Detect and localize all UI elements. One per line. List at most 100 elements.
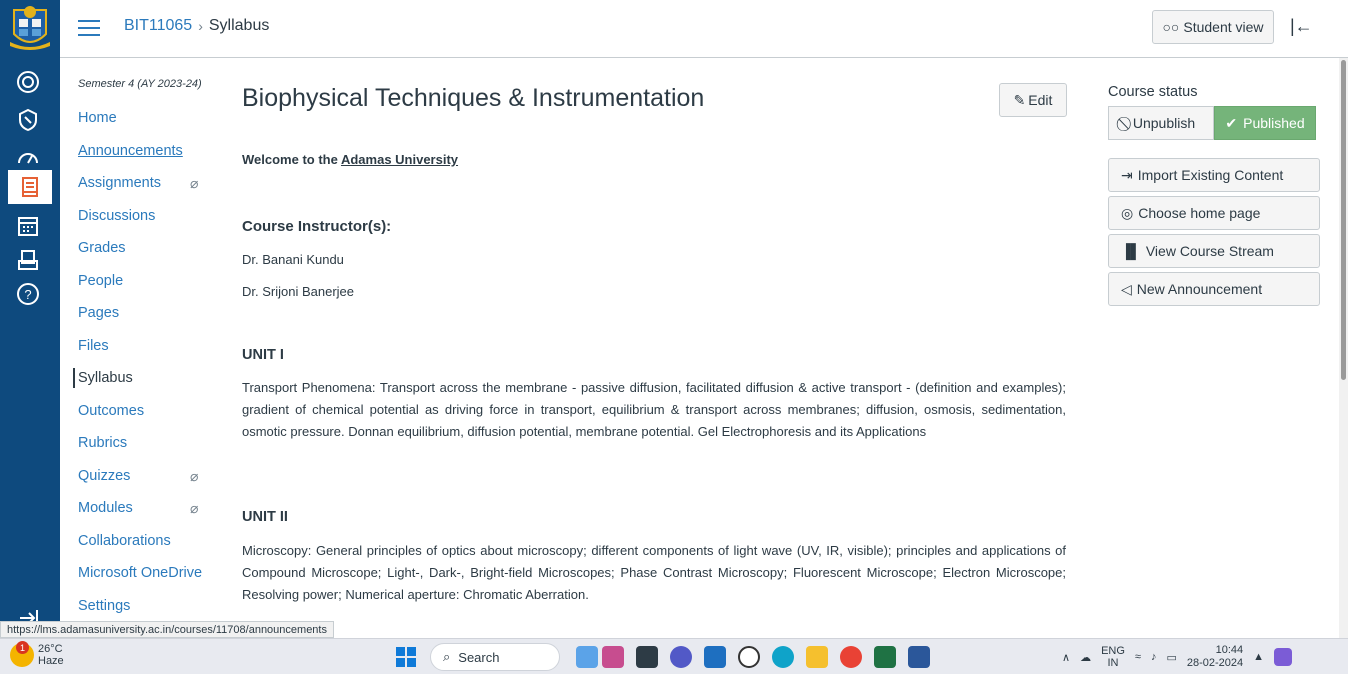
scrollbar-thumb[interactable] [1341, 60, 1346, 380]
course-nav: Semester 4 (AY 2023-24) Home Announcemen… [73, 78, 228, 623]
excel-icon[interactable] [874, 646, 896, 668]
course-nav-home[interactable]: Home [78, 102, 228, 135]
student-view-label: Student view [1183, 19, 1264, 35]
notification-bell-icon[interactable]: ▲ [1253, 651, 1264, 663]
dell-icon[interactable] [738, 646, 760, 668]
course-nav-people[interactable]: People [78, 265, 228, 298]
unpublish-button[interactable]: ⃠ Unpublish [1108, 106, 1214, 140]
copilot-icon[interactable] [1274, 648, 1293, 666]
clock[interactable]: 10:44 28-02-2024 [1187, 644, 1243, 670]
published-label: Published [1243, 115, 1305, 131]
task-view-icon[interactable] [636, 646, 658, 668]
app-icon[interactable] [576, 646, 598, 668]
new-announcement-button[interactable]: ◁ New Announcement [1108, 272, 1320, 306]
choose-home-page-button[interactable]: ◎ Choose home page [1108, 196, 1320, 230]
breadcrumb-course-link[interactable]: BIT11065 [124, 17, 192, 35]
svg-text:?: ? [24, 287, 31, 302]
teams-icon[interactable] [670, 646, 692, 668]
course-nav-modules[interactable]: Modules ⌀ [78, 492, 228, 525]
status-url: https://lms.adamasuniversity.ac.in/cours… [0, 621, 334, 638]
dashboard-icon[interactable] [14, 144, 42, 172]
glasses-icon: ○○ [1162, 19, 1180, 35]
system-tray: ∧ ☁ ENG IN ≈ ♪ ▭ 10:44 28-02-2024 ▲ [1062, 643, 1293, 671]
course-nav-settings[interactable]: Settings [78, 590, 228, 623]
university-link[interactable]: Adamas University [341, 152, 458, 167]
course-nav-grades[interactable]: Grades [78, 232, 228, 265]
course-nav-quizzes-label: Quizzes [78, 467, 131, 484]
page-scrollbar[interactable] [1339, 58, 1348, 638]
courses-icon[interactable] [8, 170, 52, 204]
course-nav-rubrics[interactable]: Rubrics [78, 427, 228, 460]
search-icon: ⌕ [443, 649, 451, 664]
course-nav-assignments[interactable]: Assignments ⌀ [78, 167, 228, 200]
volume-icon[interactable]: ♪ [1151, 651, 1157, 663]
edit-button[interactable]: ✎ Edit [999, 83, 1067, 117]
course-nav-quizzes[interactable]: Quizzes ⌀ [78, 460, 228, 493]
course-nav-discussions[interactable]: Discussions [78, 200, 228, 233]
help-icon[interactable]: ? [14, 280, 42, 308]
hidden-eye-icon: ⌀ [190, 175, 199, 191]
import-content-label: Import Existing Content [1137, 167, 1284, 183]
course-nav-syllabus[interactable]: Syllabus [73, 362, 228, 395]
calendar-icon[interactable] [14, 212, 42, 240]
app-icon[interactable] [602, 646, 624, 668]
course-nav-collaborations[interactable]: Collaborations [78, 525, 228, 558]
collapse-sidebar-icon[interactable]: |← [1290, 16, 1313, 37]
welcome-prefix: Welcome to the [242, 152, 341, 167]
weather-sun-icon: 1 [10, 641, 34, 667]
unit-heading: UNIT II [242, 509, 288, 525]
course-nav-pages[interactable]: Pages [78, 297, 228, 330]
taskbar-search[interactable]: ⌕ Search [430, 643, 560, 671]
target-icon: ◎ [1121, 204, 1134, 221]
unit-heading: UNIT I [242, 347, 284, 363]
course-status-toggle: ⃠ Unpublish ✔ Published [1108, 106, 1320, 140]
instructor-name: Dr. Srijoni Banerjee [242, 284, 354, 299]
unit-text: Transport Phenomena: Transport across th… [242, 380, 1066, 439]
term-label: Semester 4 (AY 2023-24) [78, 78, 202, 90]
admin-icon[interactable] [14, 106, 42, 134]
store-icon[interactable] [704, 646, 726, 668]
import-content-button[interactable]: ⇥ Import Existing Content [1108, 158, 1320, 192]
course-sidebar: Course status ⃠ Unpublish ✔ Published ⇥I… [1108, 84, 1320, 310]
temperature: 26°C [38, 643, 63, 655]
breadcrumb-separator: › [198, 18, 203, 34]
syllabus-content: Biophysical Techniques & Instrumentation… [242, 78, 1074, 602]
battery-icon[interactable]: ▭ [1166, 651, 1176, 664]
course-nav-outcomes[interactable]: Outcomes [78, 395, 228, 428]
region: IN [1107, 657, 1119, 669]
instructor-heading: Course Instructor(s): [242, 218, 392, 235]
taskbar-search-label: Search [458, 649, 500, 665]
megaphone-icon: ◁ [1121, 280, 1132, 297]
cloud-icon[interactable]: ☁ [1080, 651, 1091, 664]
windows-start-icon[interactable] [396, 647, 416, 667]
university-logo[interactable] [4, 4, 56, 54]
chrome-icon[interactable] [840, 646, 862, 668]
wifi-icon[interactable]: ≈ [1135, 651, 1141, 663]
page-header: BIT11065 › Syllabus ○○ Student view |← [60, 0, 1348, 58]
unit-text: Microscopy: General principles of optics… [242, 543, 1066, 602]
edit-label: Edit [1028, 92, 1053, 108]
course-menu-toggle-button[interactable] [78, 20, 100, 38]
course-nav-files[interactable]: Files [78, 330, 228, 363]
published-button[interactable]: ✔ Published [1214, 106, 1316, 140]
view-course-stream-button[interactable]: ▐▌ View Course Stream [1108, 234, 1320, 268]
weather-widget[interactable]: 1 26°C Haze [10, 641, 64, 667]
student-view-button[interactable]: ○○ Student view [1152, 10, 1274, 44]
edge-icon[interactable] [772, 646, 794, 668]
chevron-up-icon[interactable]: ∧ [1062, 651, 1070, 664]
language-indicator[interactable]: ENG IN [1101, 645, 1125, 669]
course-nav-announcements[interactable]: Announcements [78, 135, 228, 168]
course-nav-onedrive[interactable]: Microsoft OneDrive [78, 557, 228, 590]
inbox-icon[interactable] [14, 246, 42, 274]
account-icon[interactable] [14, 68, 42, 96]
course-nav-modules-label: Modules [78, 500, 133, 517]
welcome-text: Welcome to the Adamas University [242, 152, 458, 167]
time: 10:44 [1215, 644, 1244, 656]
new-announcement-label: New Announcement [1136, 281, 1263, 297]
pencil-icon: ✎ [1013, 91, 1026, 108]
word-icon[interactable] [908, 646, 930, 668]
breadcrumb: BIT11065 › Syllabus [124, 17, 269, 35]
unpublish-label: Unpublish [1132, 115, 1196, 131]
choose-home-page-label: Choose home page [1138, 205, 1261, 221]
file-explorer-icon[interactable] [806, 646, 828, 668]
